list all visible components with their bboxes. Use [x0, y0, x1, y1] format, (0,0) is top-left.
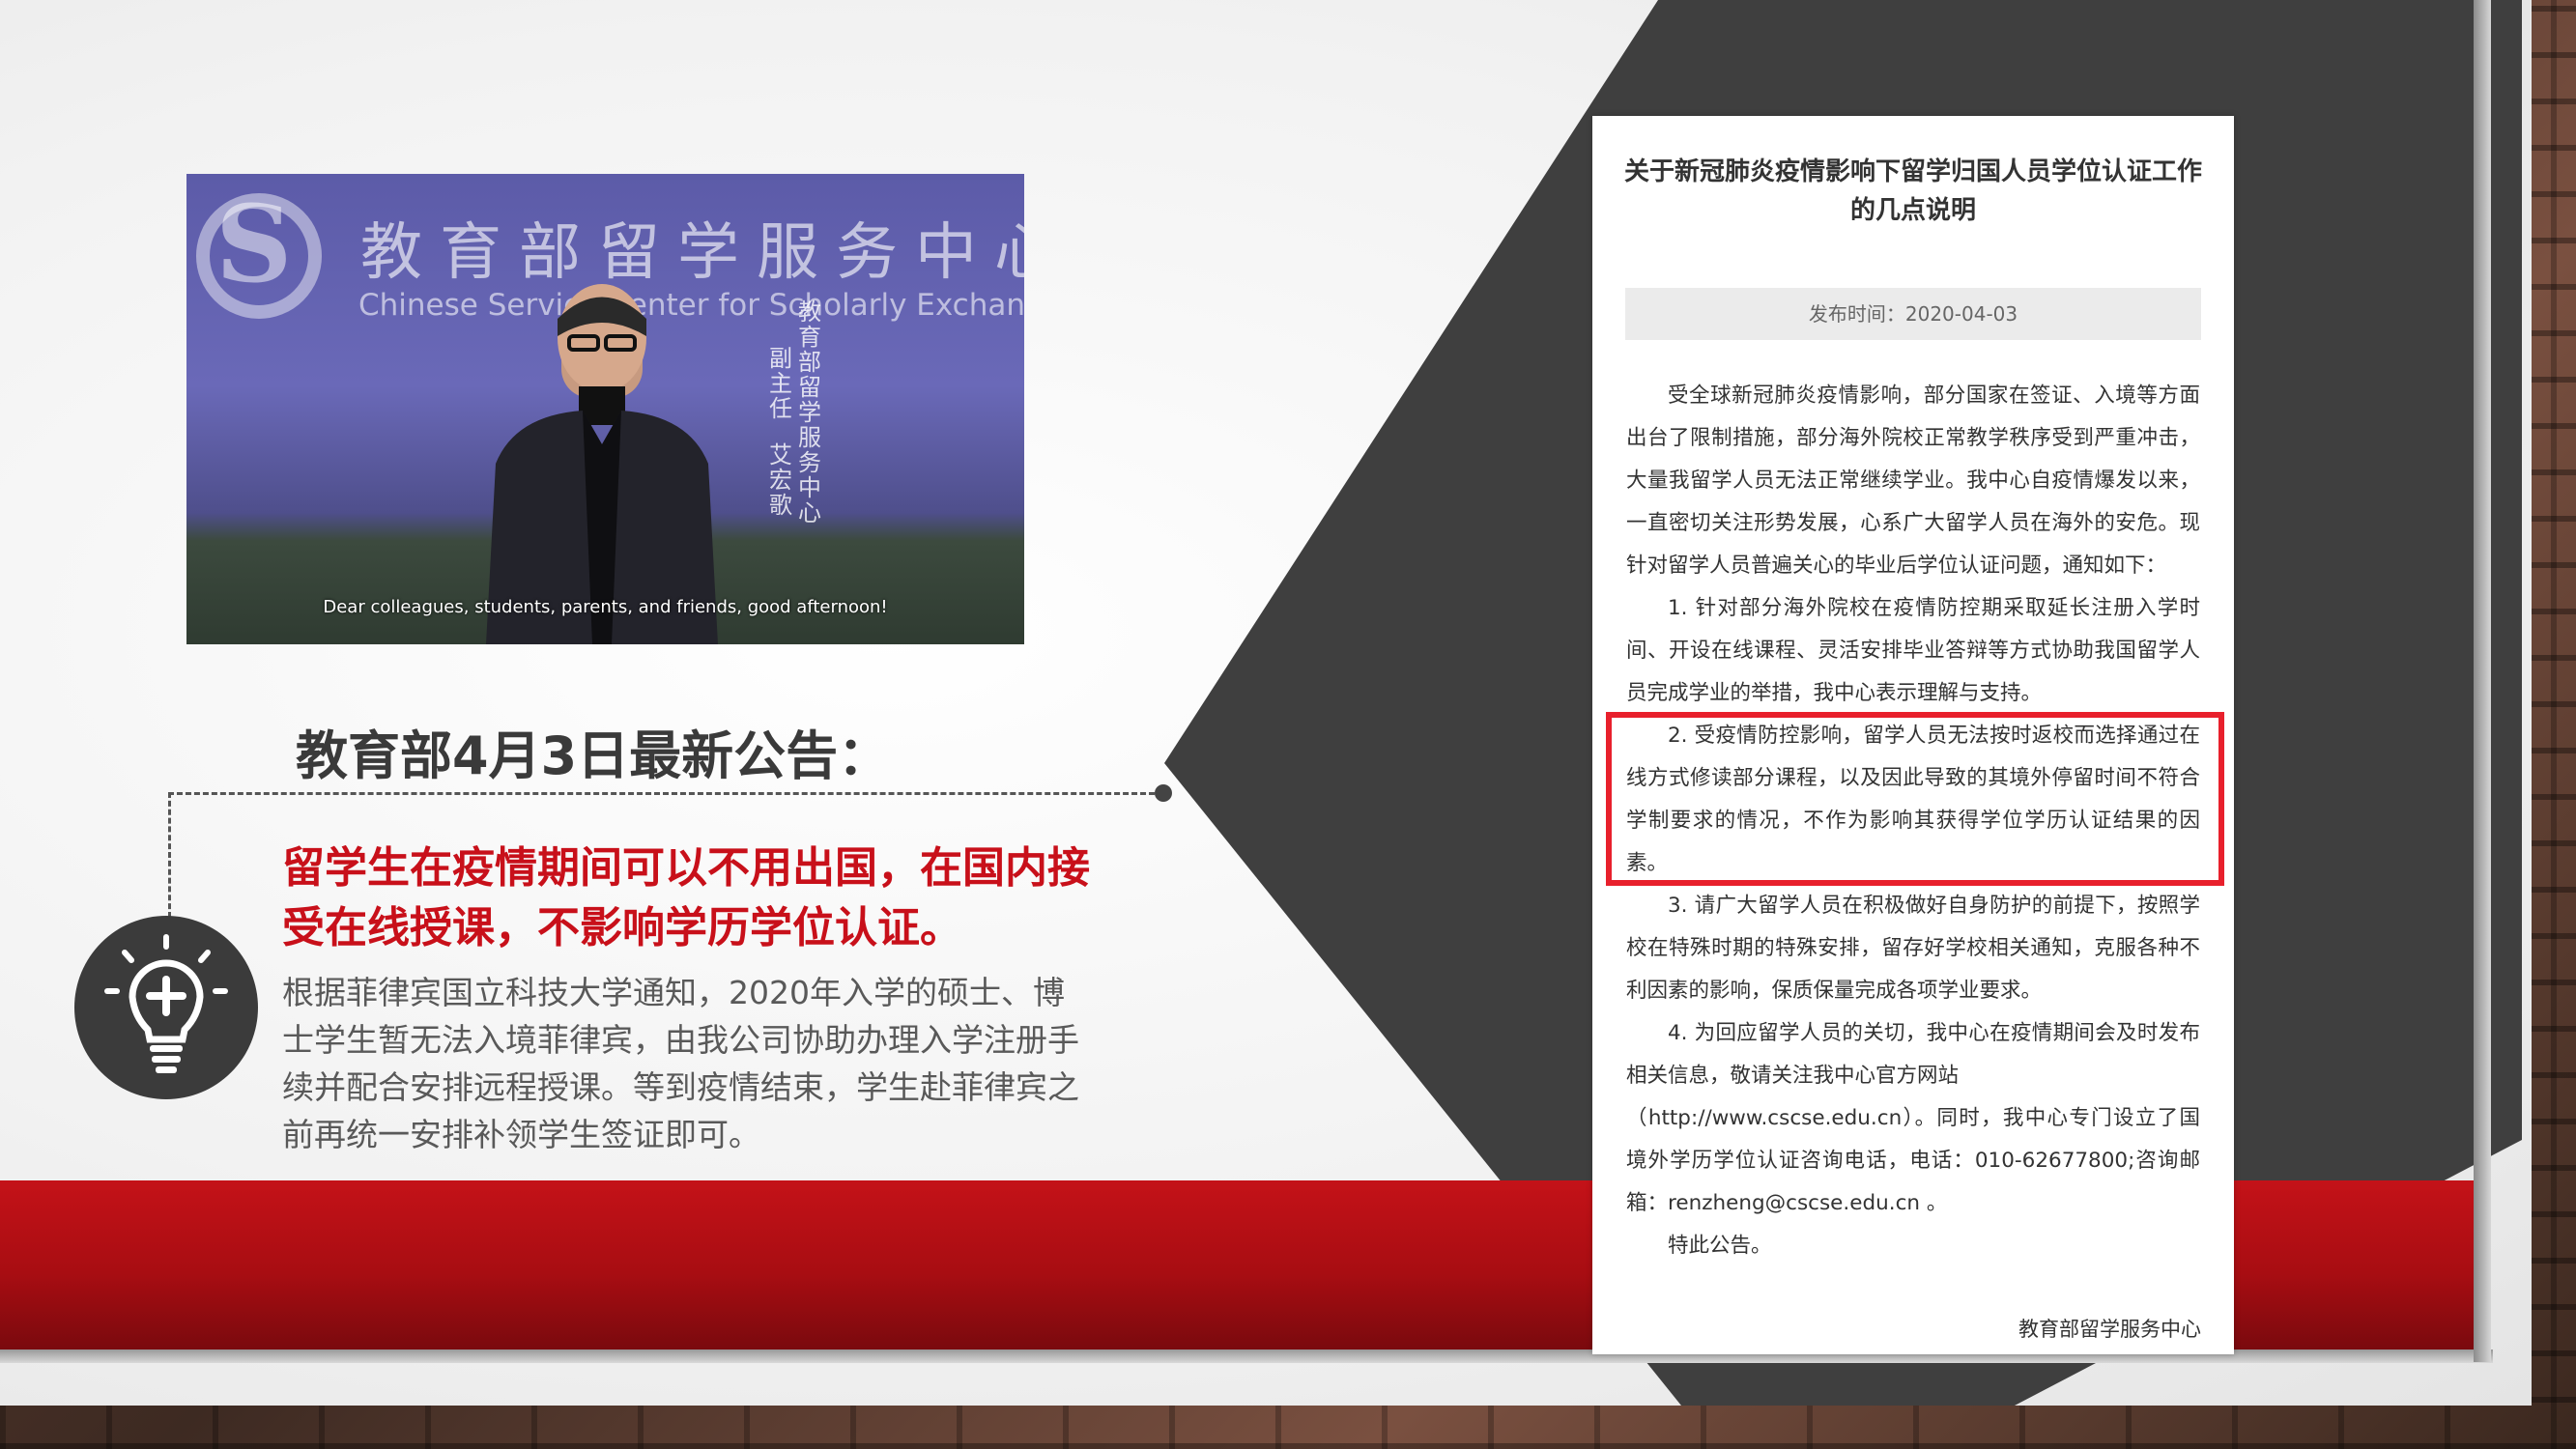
dashed-connector-horizontal — [168, 792, 1163, 795]
video-subtitle: Dear colleagues, students, parents, and … — [323, 597, 888, 617]
presentation-slide: S 教育部留学服务中心 Chinese Service Center for S… — [0, 0, 2532, 1406]
video-org-title-cn: 教育部留学服务中心 — [360, 217, 1024, 289]
announcement-headline: 教育部4月3日最新公告： — [296, 725, 891, 786]
details-paragraph: 根据菲律宾国立科技大学通知，2020年入学的硕士、博士学生暂无法入境菲律宾，由我… — [282, 974, 1079, 1153]
caption-role-vertical: 副主任 — [769, 345, 792, 422]
document-paragraph-contact: （http://www.cscse.edu.cn）。同时，我中心专门设立了国境外… — [1626, 1106, 2200, 1215]
cscse-logo-letter: S — [215, 182, 293, 306]
video-thumbnail[interactable]: S 教育部留学服务中心 Chinese Service Center for S… — [186, 174, 1024, 644]
lightbulb-plus-icon — [74, 916, 258, 1099]
document-paragraph-intro: 受全球新冠肺炎疫情影响，部分国家在签证、入境等方面出台了限制措施，部分海外院校正… — [1626, 384, 2200, 578]
speaker-figure — [486, 284, 718, 644]
document-paragraph-3: 3. 请广大留学人员在积极做好自身防护的前提下，按照学校在特殊时期的特殊安排，留… — [1626, 894, 2200, 1003]
key-message: 留学生在疫情期间可以不用出国，在国内接受在线授课，不影响学历学位认证。 — [282, 843, 1090, 952]
document-paragraph-1: 1. 针对部分海外院校在疫情防控期采取延长注册入学时间、开设在线课程、灵活安排毕… — [1626, 596, 2200, 705]
right-frame-edge — [2474, 0, 2491, 1362]
highlight-box — [1606, 712, 2224, 886]
caption-org-vertical: 教育部留学服务中心 — [798, 298, 821, 526]
document-publish-date: 发布时间：2020-04-03 — [1625, 288, 2201, 340]
document-signature: 教育部留学服务中心 — [2018, 1318, 2201, 1341]
connector-dot — [1155, 784, 1172, 802]
document-paragraph-closing: 特此公告。 — [1668, 1234, 1772, 1258]
document-paragraph-4: 4. 为回应留学人员的关切，我中心在疫情期间会及时发布相关信息，敬请关注我中心官… — [1626, 1021, 2200, 1088]
caption-name-vertical: 艾宏歌 — [769, 441, 792, 519]
lightbulb-glyph — [104, 934, 228, 1073]
dashed-connector-vertical — [168, 792, 171, 918]
document-title: 关于新冠肺炎疫情影响下留学归国人员学位认证工作的几点说明 — [1623, 157, 2202, 225]
